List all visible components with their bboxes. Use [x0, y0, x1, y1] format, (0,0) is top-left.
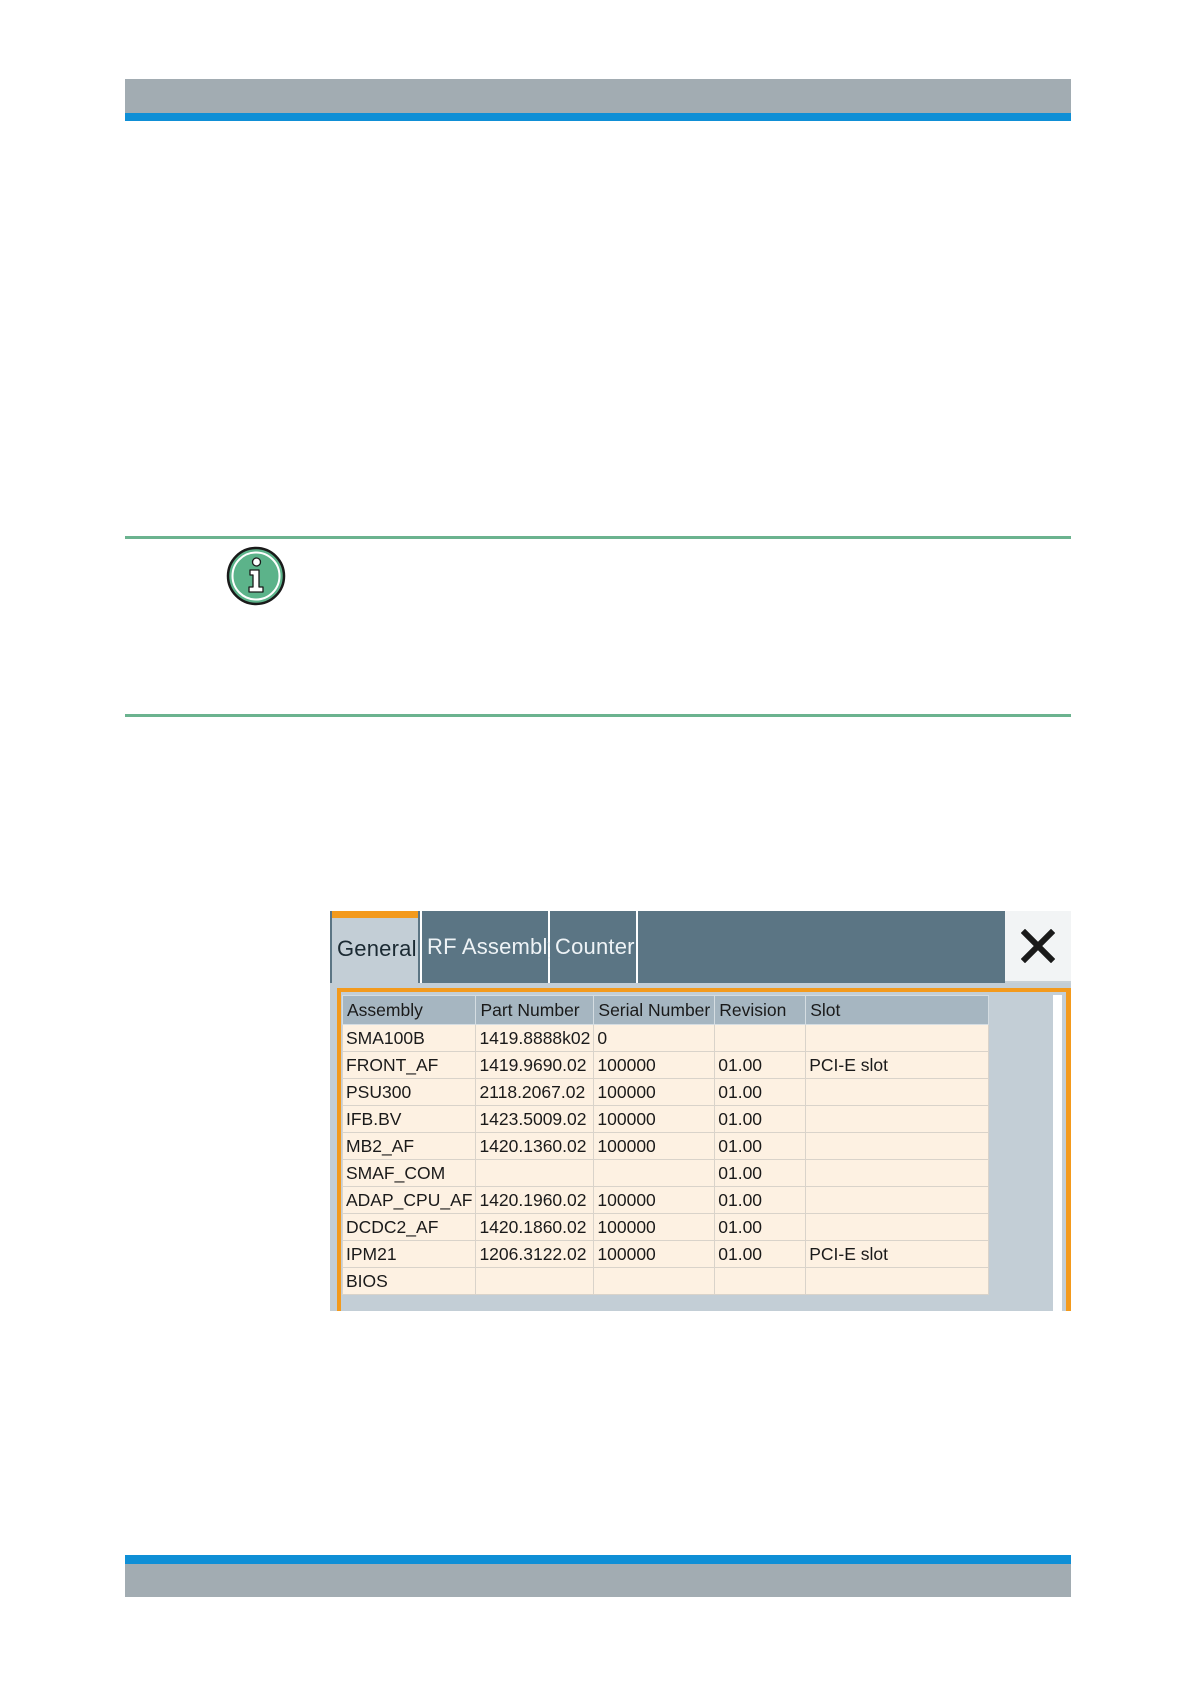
hardware-config-dialog: General RF Assembly Counter Assembly Par… [330, 911, 1071, 1311]
tab-general[interactable]: General [332, 911, 418, 983]
tab-counter[interactable]: Counter [550, 911, 638, 983]
page-footer-stripe [125, 1555, 1071, 1564]
close-icon [1021, 929, 1055, 963]
table-focus-frame [337, 988, 1071, 1311]
info-icon [226, 546, 286, 606]
close-button[interactable] [1005, 911, 1071, 983]
page-header-bar [125, 79, 1071, 113]
note-top-rule [125, 536, 1071, 539]
note-bottom-rule [125, 714, 1071, 717]
tab-rf-assembly[interactable]: RF Assembly [420, 911, 559, 983]
page-footer-bar [125, 1564, 1071, 1597]
page-header-stripe [125, 113, 1071, 121]
